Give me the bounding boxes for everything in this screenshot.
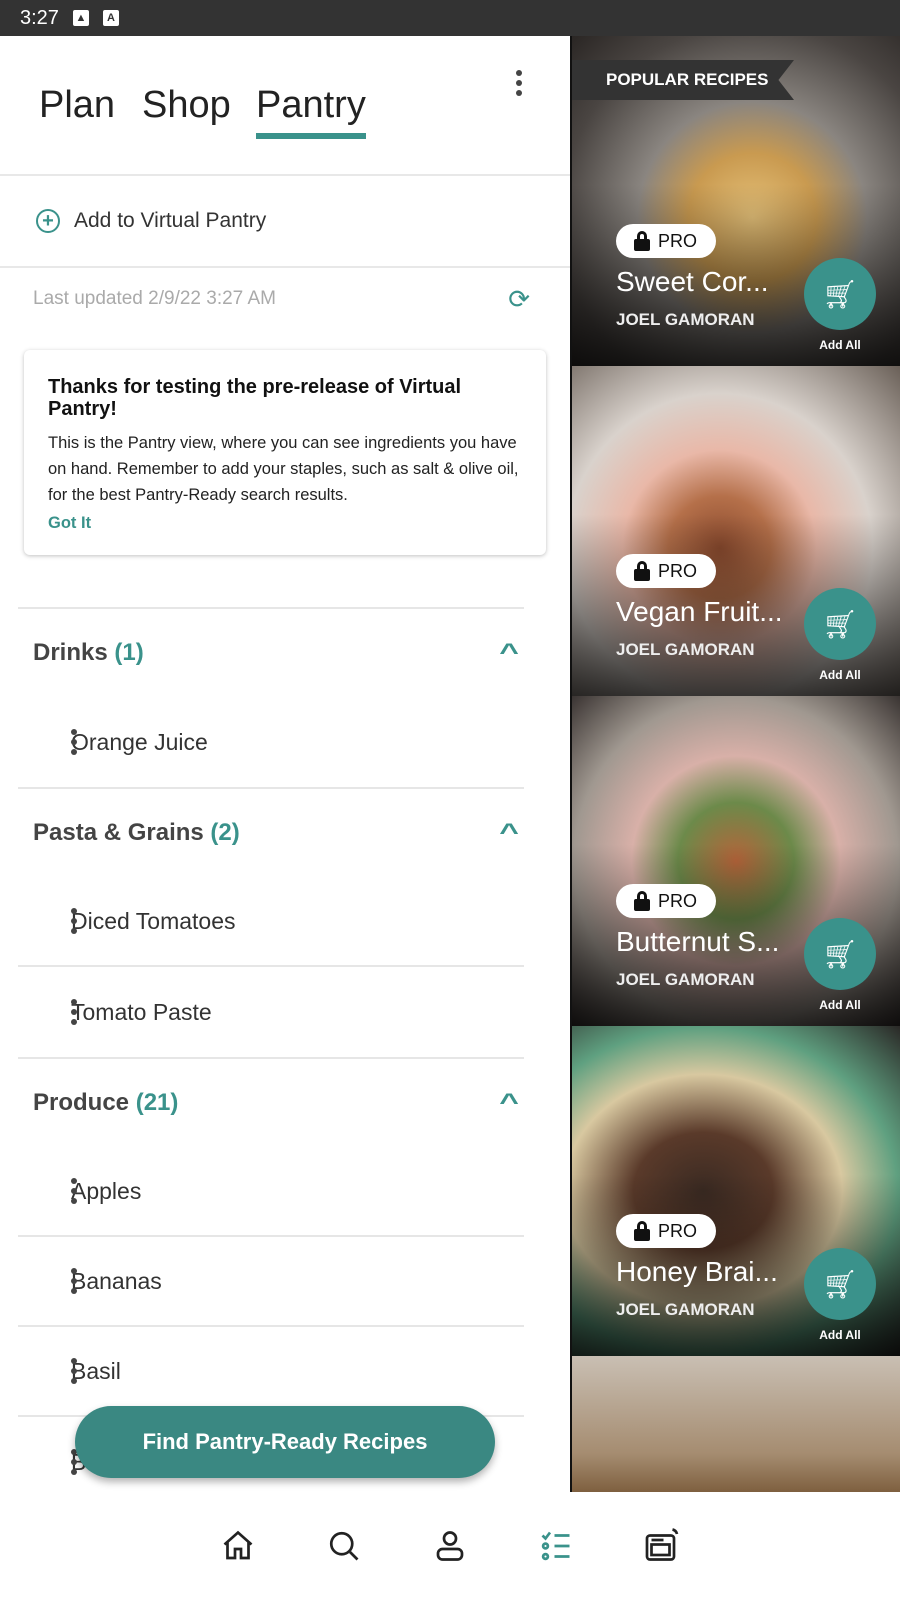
item-name: Apples [71, 1177, 142, 1204]
find-pantry-ready-recipes-button[interactable]: Find Pantry-Ready Recipes [75, 1406, 495, 1478]
add-to-cart-button[interactable]: 🛒︎ [804, 1248, 876, 1320]
recipe-card[interactable]: PRO Vegan Fruit... JOEL GAMORAN 🛒︎ Add A… [572, 366, 900, 696]
item-options-icon[interactable] [71, 1178, 77, 1204]
search-icon[interactable] [326, 1528, 362, 1564]
profile-icon[interactable] [432, 1528, 468, 1564]
recipe-card[interactable]: PRO Butternut S... JOEL GAMORAN 🛒︎ Add A… [572, 696, 900, 1026]
recipe-author: JOEL GAMORAN [616, 640, 755, 659]
recipe-author: JOEL GAMORAN [616, 310, 755, 329]
tab-pantry[interactable]: Pantry [256, 84, 366, 139]
recipe-title: Sweet Cor... [616, 266, 769, 297]
add-all-label: Add All [819, 338, 861, 352]
pro-badge: PRO [616, 1214, 716, 1248]
add-circle-icon: + [36, 209, 60, 233]
recipe-card[interactable]: PRO Honey Brai... JOEL GAMORAN 🛒︎ Add Al… [572, 1026, 900, 1356]
category-name: Pasta & Grains [33, 819, 204, 846]
list-item[interactable]: Apples [18, 1147, 524, 1237]
category-count: (1) [114, 639, 144, 666]
prerelease-notice: Thanks for testing the pre-release of Vi… [24, 350, 546, 555]
item-options-icon[interactable] [71, 908, 77, 934]
image-icon: ▲ [72, 10, 89, 26]
list-item[interactable]: Orange Juice [18, 697, 524, 787]
list-item[interactable]: Tomato Paste [18, 967, 524, 1057]
category-count: (21) [135, 1089, 179, 1116]
lock-icon [634, 561, 650, 581]
item-options-icon[interactable] [71, 1268, 77, 1294]
category-title: Pasta & Grains (2) [33, 819, 240, 847]
item-name: Orange Juice [71, 728, 208, 755]
tab-bar: Plan Shop Pantry [0, 36, 570, 176]
item-name: Diced Tomatoes [71, 907, 236, 934]
item-name: Basil [71, 1357, 121, 1384]
category-header[interactable]: Drinks (1) ^ [18, 607, 524, 697]
pantry-panel: Plan Shop Pantry + Add to Virtual Pantry… [0, 36, 570, 1492]
recipe-title: Butternut S... [616, 926, 780, 957]
cart-plus-icon: 🛒︎ [822, 1268, 858, 1300]
recipe-title: Vegan Fruit... [616, 596, 783, 627]
home-icon[interactable] [220, 1528, 256, 1564]
notice-title: Thanks for testing the pre-release of Vi… [48, 376, 462, 420]
pro-label: PRO [658, 1220, 698, 1241]
popular-recipes-panel: POPULAR RECIPES PRO Sweet Cor... JOEL GA… [570, 36, 900, 1492]
more-options-icon[interactable] [516, 70, 522, 96]
category-name: Produce [33, 1089, 130, 1116]
recipe-author: JOEL GAMORAN [616, 970, 755, 989]
add-all-label: Add All [819, 998, 861, 1012]
oven-icon[interactable] [644, 1528, 680, 1564]
chevron-up-icon[interactable]: ^ [499, 639, 519, 667]
category-header[interactable]: Pasta & Grains (2) ^ [18, 787, 524, 877]
add-to-pantry-button[interactable]: + Add to Virtual Pantry [0, 176, 570, 268]
add-to-cart-button[interactable]: 🛒︎ [804, 918, 876, 990]
pro-label: PRO [658, 890, 698, 911]
chevron-up-icon[interactable]: ^ [499, 819, 519, 847]
pro-label: PRO [658, 230, 698, 251]
chevron-up-icon[interactable]: ^ [499, 1089, 519, 1117]
add-to-pantry-label: Add to Virtual Pantry [74, 209, 267, 232]
recipe-title: Honey Brai... [616, 1256, 778, 1287]
pro-badge: PRO [616, 554, 716, 588]
tab-plan[interactable]: Plan [39, 84, 115, 127]
category-title: Drinks (1) [33, 639, 144, 667]
recipe-author: JOEL GAMORAN [616, 1300, 755, 1319]
cart-plus-icon: 🛒︎ [822, 608, 858, 640]
status-bar: 3:27 ▲ A [0, 0, 900, 36]
category-count: (2) [210, 819, 240, 846]
pro-badge: PRO [616, 224, 716, 258]
last-updated-text: Last updated 2/9/22 3:27 AM [33, 288, 276, 309]
pro-badge: PRO [616, 884, 716, 918]
cart-plus-icon: 🛒︎ [822, 938, 858, 970]
item-name: Bananas [71, 1267, 162, 1294]
category-header[interactable]: Produce (21) ^ [18, 1057, 524, 1147]
status-time: 3:27 [20, 6, 59, 29]
pro-label: PRO [658, 560, 698, 581]
cart-plus-icon: 🛒︎ [822, 278, 858, 310]
lock-icon [634, 1221, 650, 1241]
lock-icon [634, 231, 650, 251]
pantry-list-icon[interactable] [538, 1528, 574, 1564]
item-name: Tomato Paste [71, 998, 212, 1025]
got-it-button[interactable]: Got It [48, 514, 522, 533]
last-updated-row: Last updated 2/9/22 3:27 AM ⟳ [0, 268, 570, 330]
item-options-icon[interactable] [71, 1358, 77, 1384]
lock-icon [634, 891, 650, 911]
list-item[interactable]: Bananas [18, 1237, 524, 1327]
category-name: Drinks [33, 639, 108, 666]
category-title: Produce (21) [33, 1089, 178, 1117]
popular-recipes-label: POPULAR RECIPES [572, 60, 794, 100]
list-item[interactable]: Diced Tomatoes [18, 877, 524, 967]
add-all-label: Add All [819, 668, 861, 682]
tab-shop[interactable]: Shop [142, 84, 231, 127]
font-icon: A [102, 10, 119, 26]
item-options-icon[interactable] [71, 729, 77, 755]
add-all-label: Add All [819, 1328, 861, 1342]
pantry-list: Drinks (1) ^ Orange Juice Pasta & Grains (2… [18, 607, 524, 1492]
list-item[interactable]: Basil [18, 1327, 524, 1417]
notice-body: This is the Pantry view, where you can s… [48, 434, 519, 504]
refresh-icon[interactable]: ⟳ [508, 284, 530, 315]
recipe-card-partial[interactable] [572, 1356, 900, 1492]
item-options-icon[interactable] [71, 999, 77, 1025]
add-to-cart-button[interactable]: 🛒︎ [804, 258, 876, 330]
bottom-navigation [0, 1492, 900, 1600]
add-to-cart-button[interactable]: 🛒︎ [804, 588, 876, 660]
